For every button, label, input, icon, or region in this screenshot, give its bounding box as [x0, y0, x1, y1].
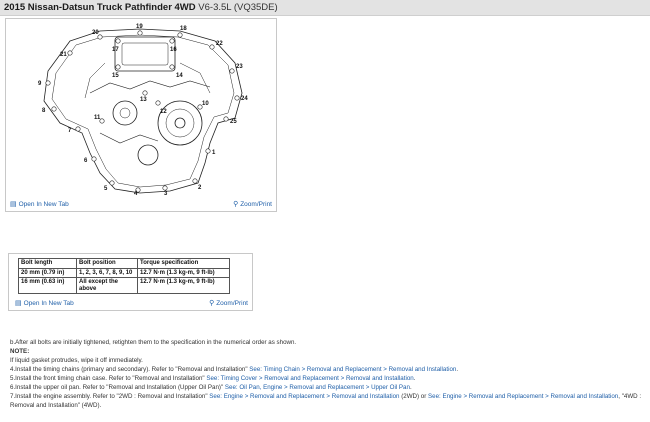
note-heading: NOTE:	[10, 348, 30, 355]
column-header: Bolt position	[76, 258, 138, 269]
open-tab-icon: ▤	[10, 201, 17, 208]
magnifier-icon: ⚲	[233, 201, 239, 208]
callout-label: 6	[84, 158, 88, 164]
callout-label: 5	[104, 186, 108, 192]
callout-label: 11	[94, 115, 101, 121]
callout-label: 10	[202, 101, 209, 107]
table-row: 20 mm (0.79 in) 1, 2, 3, 6, 7, 8, 9, 10 …	[18, 267, 230, 279]
callout-label: 16	[170, 47, 177, 53]
vehicle-title: 2015 Nissan-Datsun Truck Pathfinder 4WD	[4, 2, 196, 13]
torque-cell: 12.7 N·m (1.3 kg-m, 9 ft-lb)	[137, 277, 230, 295]
callout-label: 9	[38, 81, 42, 87]
open-new-tab-link[interactable]: ▤ Open In New Tab	[10, 200, 69, 208]
oil-pan-link[interactable]: See: Oil Pan, Engine > Removal and Repla…	[225, 384, 410, 391]
procedure-text: b.After all bolts are initially tightene…	[10, 338, 646, 410]
timing-cover-link[interactable]: See: Timing Cover > Removal and Replacem…	[206, 375, 413, 382]
table-footer: ▤ Open In New Tab ⚲ Zoom/Print	[9, 296, 252, 310]
step-4: 4.Install the timing chains (primary and…	[10, 366, 459, 373]
callout-label: 8	[42, 108, 46, 114]
open-tab-icon: ▤	[15, 300, 22, 307]
engine-4wd-link[interactable]: See: Engine > Removal and Replacement > …	[428, 393, 618, 400]
callout-label: 7	[68, 128, 72, 134]
diagram-panel: 21 20 19 18 22 23 24 25 1 2 3 4 5 6 7 8 …	[5, 18, 277, 212]
callout-label: 1	[212, 150, 216, 156]
table-row: 16 mm (0.63 in) All except the above 12.…	[18, 277, 230, 295]
table-header-row: Bolt length Bolt position Torque specifi…	[18, 258, 230, 269]
column-header: Bolt length	[18, 258, 77, 269]
callout-label: 21	[60, 52, 67, 58]
callout-label: 12	[160, 109, 167, 115]
callout-label: 15	[112, 73, 119, 79]
page-header: 2015 Nissan-Datsun Truck Pathfinder 4WD …	[0, 0, 650, 16]
step-7: 7.Install the engine assembly. Refer to …	[10, 393, 642, 409]
callout-label: 2	[198, 185, 202, 191]
open-new-tab-link[interactable]: ▤ Open In New Tab	[15, 299, 74, 307]
callout-label: 22	[216, 41, 223, 47]
callout-label: 20	[92, 30, 99, 36]
callout-label: 24	[241, 96, 248, 102]
step-6: 6.Install the upper oil pan. Refer to "R…	[10, 384, 412, 391]
magnifier-icon: ⚲	[209, 300, 215, 307]
column-header: Torque specification	[137, 258, 230, 269]
engine-spec: V6-3.5L (VQ35DE)	[198, 2, 278, 13]
callout-label: 25	[230, 119, 237, 125]
timing-case-bolt-diagram: 21 20 19 18 22 23 24 25 1 2 3 4 5 6 7 8 …	[38, 24, 248, 195]
engine-2wd-link[interactable]: See: Engine > Removal and Replacement > …	[209, 393, 399, 400]
callout-label: 23	[236, 64, 243, 70]
callout-label: 13	[140, 97, 147, 103]
timing-chain-link[interactable]: See: Timing Chain > Removal and Replacem…	[249, 366, 456, 373]
callout-label: 18	[180, 26, 187, 32]
torque-cell: 12.7 N·m (1.3 kg-m, 9 ft-lb)	[137, 267, 230, 279]
bolt-position-cell: 1, 2, 3, 6, 7, 8, 9, 10	[76, 267, 138, 279]
torque-spec-table: Bolt length Bolt position Torque specifi…	[18, 258, 230, 295]
bolt-length-cell: 20 mm (0.79 in)	[18, 267, 77, 279]
callout-label: 14	[176, 73, 183, 79]
diagram-footer: ▤ Open In New Tab ⚲ Zoom/Print	[6, 197, 276, 211]
zoom-print-link[interactable]: ⚲ Zoom/Print	[209, 299, 248, 307]
bolt-length-cell: 16 mm (0.63 in)	[18, 277, 77, 295]
step-b: b.After all bolts are initially tightene…	[10, 339, 297, 346]
callout-label: 19	[136, 24, 143, 30]
bolt-position-cell: All except the above	[76, 277, 138, 295]
torque-spec-panel: Bolt length Bolt position Torque specifi…	[8, 253, 253, 311]
zoom-print-link[interactable]: ⚲ Zoom/Print	[233, 200, 272, 208]
step-5: 5.Install the front timing chain case. R…	[10, 375, 416, 382]
callout-label: 17	[112, 47, 119, 53]
note-text: If liquid gasket protrudes, wipe it off …	[10, 357, 143, 364]
callout-label: 3	[164, 191, 168, 195]
